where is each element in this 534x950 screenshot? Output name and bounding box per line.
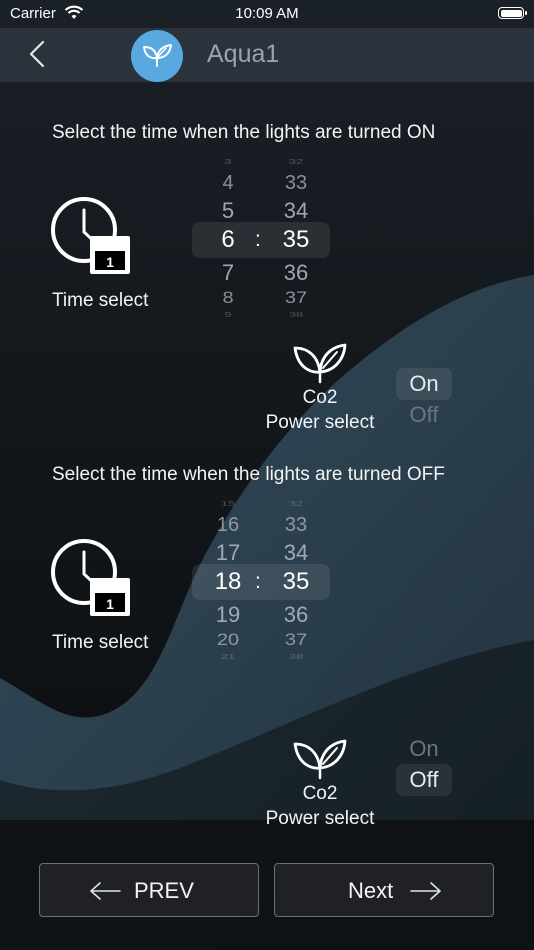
minute-option[interactable]: 34 [266, 198, 326, 224]
calendar-badge: 1 [106, 254, 114, 270]
schedule-content: Select the time when the lights are turn… [0, 0, 534, 950]
minute-option[interactable]: 33 [266, 172, 326, 195]
status-time: 10:09 AM [235, 5, 299, 22]
off-section-heading: Select the time when the lights are turn… [52, 464, 445, 485]
next-button[interactable]: Next [274, 863, 494, 917]
navigation-bar: Aqua1 [0, 28, 534, 82]
minute-option[interactable]: 37 [266, 631, 326, 651]
time-select-label: Time select [52, 290, 149, 311]
selected-hour[interactable]: 6 [198, 226, 258, 254]
minute-option[interactable]: 32 [266, 499, 326, 507]
on-section-heading: Select the time when the lights are turn… [52, 122, 436, 143]
page-title: Aqua1 [207, 40, 280, 68]
minute-option[interactable]: 34 [266, 540, 326, 566]
hour-option[interactable]: 9 [198, 310, 258, 318]
co2-leaf-icon [293, 343, 347, 384]
time-separator: : [255, 228, 261, 251]
hour-option[interactable]: 17 [198, 540, 258, 566]
next-label: Next [348, 878, 394, 903]
hour-option[interactable]: 8 [198, 289, 258, 309]
minute-option[interactable]: 37 [266, 289, 326, 309]
calendar-badge: 1 [106, 596, 114, 612]
hour-option[interactable]: 3 [198, 157, 258, 165]
hour-option[interactable]: 5 [198, 198, 258, 224]
selected-minute[interactable]: 35 [266, 226, 326, 254]
power-select-label: Power select [265, 412, 375, 433]
co2-label: Co2 [302, 783, 338, 804]
co2-label: Co2 [302, 387, 338, 408]
hour-option[interactable]: 19 [198, 602, 258, 628]
hour-option[interactable]: 7 [198, 260, 258, 286]
power-select-label: Power select [265, 808, 375, 829]
back-button[interactable] [22, 36, 58, 72]
hour-option[interactable]: 20 [198, 631, 258, 651]
off-time-picker[interactable]: 15 16 17 18 19 20 21 : 32 33 34 35 36 37… [192, 499, 330, 664]
status-bar: Carrier 10:09 AM [0, 0, 534, 28]
minute-option[interactable]: 38 [266, 652, 326, 660]
hour-option[interactable]: 15 [198, 499, 258, 507]
selected-minute[interactable]: 35 [266, 568, 326, 596]
aquarium-logo [131, 30, 183, 82]
power-on-option[interactable]: On [396, 733, 452, 765]
clock-calendar-icon[interactable]: 1 [50, 538, 132, 618]
clock-calendar-icon[interactable]: 1 [50, 196, 132, 276]
minute-option[interactable]: 33 [266, 514, 326, 537]
minute-option[interactable]: 36 [266, 602, 326, 628]
hour-option[interactable]: 4 [198, 172, 258, 195]
arrow-right-icon [410, 882, 441, 900]
time-separator: : [255, 570, 261, 593]
minute-option[interactable]: 36 [266, 260, 326, 286]
chevron-left-icon [29, 40, 45, 68]
minute-option[interactable]: 38 [266, 310, 326, 318]
leaf-icon [143, 44, 172, 67]
minute-option[interactable]: 32 [266, 157, 326, 165]
arrow-left-icon [90, 882, 121, 900]
time-select-label: Time select [52, 632, 149, 653]
selected-hour[interactable]: 18 [198, 568, 258, 596]
power-off-option[interactable]: Off [396, 764, 452, 796]
hour-option[interactable]: 21 [198, 652, 258, 660]
prev-button[interactable]: PREV [39, 863, 259, 917]
power-off-option[interactable]: Off [396, 399, 452, 431]
hour-option[interactable]: 16 [198, 514, 258, 537]
battery-icon [498, 7, 527, 19]
power-on-option[interactable]: On [396, 368, 452, 400]
co2-leaf-icon [293, 739, 347, 780]
on-time-picker[interactable]: 3 4 5 6 7 8 9 : 32 33 34 35 36 37 38 [192, 157, 330, 322]
prev-label: PREV [134, 878, 194, 903]
